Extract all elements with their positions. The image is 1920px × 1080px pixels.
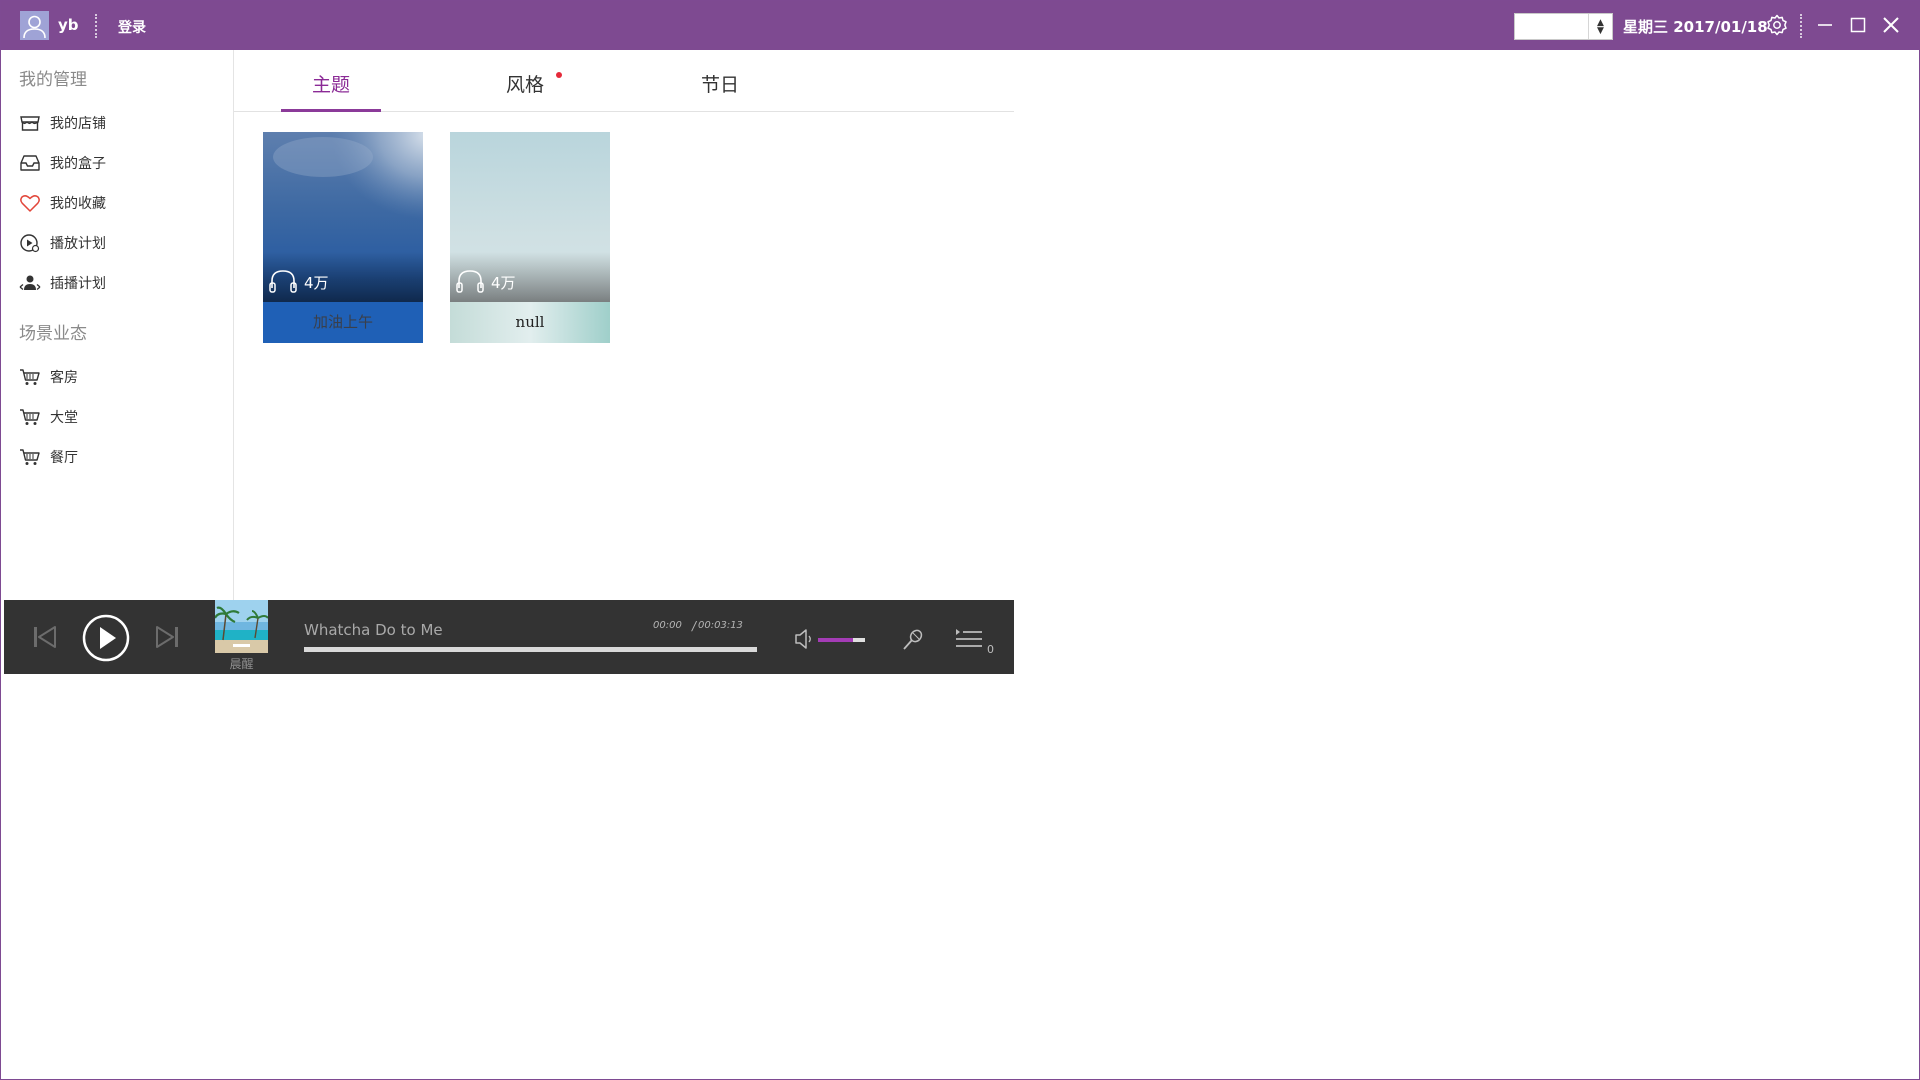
album-cover[interactable] xyxy=(215,600,268,653)
date-display: 星期三 2017/01/18 xyxy=(1623,18,1768,36)
sidebar-item-box[interactable]: 我的盒子 xyxy=(19,151,219,175)
section-title-management: 我的管理 xyxy=(19,70,87,90)
maximize-icon[interactable] xyxy=(1846,13,1870,37)
play-icon xyxy=(82,614,130,662)
avatar[interactable] xyxy=(20,11,49,40)
main-content: 主题 风格 节日 4万 加油上午 4万 null xyxy=(234,50,1014,600)
sidebar-item-favorites[interactable]: 我的收藏 xyxy=(19,191,219,215)
total-time: 00:03:13 xyxy=(698,620,743,631)
sidebar-item-insert-schedule[interactable]: 插播计划 xyxy=(19,271,219,295)
sidebar-item-play-schedule[interactable]: 播放计划 xyxy=(19,231,219,255)
previous-track-icon[interactable] xyxy=(32,625,58,653)
sidebar-item-label: 我的盒子 xyxy=(50,156,106,172)
volume-slider[interactable] xyxy=(818,638,865,642)
cart-icon xyxy=(20,409,40,425)
card-caption: null xyxy=(515,313,545,331)
title-bar: yb 登录 ▲ ▼ 星期三 2017/01/18 xyxy=(1,1,1920,50)
next-track-icon[interactable] xyxy=(154,625,180,653)
volume-icon[interactable] xyxy=(794,628,816,654)
album-label: 晨醒 xyxy=(229,657,254,671)
playlist-card[interactable]: 4万 加油上午 xyxy=(263,132,423,343)
listen-count-value: 4万 xyxy=(491,274,516,292)
headphones-icon xyxy=(269,270,297,293)
time-separator: / xyxy=(692,619,697,633)
tab-style[interactable]: 风格 xyxy=(506,70,544,97)
play-button[interactable] xyxy=(82,614,130,666)
card-caption: 加油上午 xyxy=(263,302,423,343)
listen-count-value: 4万 xyxy=(304,274,329,292)
microphone-icon[interactable] xyxy=(901,628,925,656)
player-bar: 晨醒 Whatcha Do to Me 00:00 / 00:03:13 0 xyxy=(4,600,1014,674)
headphones-icon xyxy=(456,270,484,293)
sidebar-item-label: 插播计划 xyxy=(50,276,106,292)
current-time: 00:00 xyxy=(653,620,682,631)
sidebar: 我的管理 我的店铺 我的盒子 我的收藏 播放计划 插播计划 场景业态 客房 大堂… xyxy=(2,50,234,600)
new-badge xyxy=(556,72,562,78)
progress-bar[interactable] xyxy=(304,647,757,652)
sidebar-item-restaurant[interactable]: 餐厅 xyxy=(19,445,219,469)
username: yb xyxy=(58,16,79,34)
sidebar-item-guest-room[interactable]: 客房 xyxy=(19,365,219,389)
sidebar-item-label: 大堂 xyxy=(50,410,78,426)
close-icon[interactable] xyxy=(1879,13,1903,37)
cart-icon xyxy=(20,369,40,385)
playlist-card[interactable]: 4万 null xyxy=(450,132,610,343)
tab-theme[interactable]: 主题 xyxy=(312,70,350,97)
app-window: yb 登录 ▲ ▼ 星期三 2017/01/18 我的管理 我的店铺 我的盒子 … xyxy=(0,0,1920,1080)
sidebar-item-label: 我的店铺 xyxy=(50,116,106,132)
song-title: Whatcha Do to Me xyxy=(304,621,443,639)
minimize-icon[interactable] xyxy=(1813,13,1837,37)
insert-schedule-icon xyxy=(19,275,41,290)
store-icon xyxy=(20,116,40,131)
heart-icon xyxy=(20,195,40,212)
sidebar-item-lobby[interactable]: 大堂 xyxy=(19,405,219,429)
beach-cover-image xyxy=(215,600,268,653)
play-schedule-icon xyxy=(20,234,40,253)
sidebar-item-label: 餐厅 xyxy=(50,450,78,466)
tab-bar: 主题 风格 节日 xyxy=(234,50,1014,112)
divider xyxy=(95,14,97,38)
sidebar-item-label: 播放计划 xyxy=(50,236,106,252)
cart-icon xyxy=(20,449,40,465)
tab-festival[interactable]: 节日 xyxy=(701,70,739,97)
select-arrows-icon: ▲ ▼ xyxy=(1588,14,1612,39)
divider xyxy=(1800,14,1802,38)
sidebar-item-store[interactable]: 我的店铺 xyxy=(19,111,219,135)
sidebar-item-label: 我的收藏 xyxy=(50,196,106,212)
inbox-icon xyxy=(20,155,40,171)
sidebar-item-label: 客房 xyxy=(50,370,78,386)
queue-count: 0 xyxy=(987,643,994,656)
section-title-scenes: 场景业态 xyxy=(19,324,87,344)
gear-icon[interactable] xyxy=(1765,13,1789,37)
user-icon xyxy=(23,15,46,39)
volume-fill xyxy=(818,638,854,642)
login-link[interactable]: 登录 xyxy=(118,17,146,37)
playlist-queue-icon[interactable] xyxy=(954,626,984,656)
active-tab-indicator xyxy=(281,109,381,112)
store-select[interactable]: ▲ ▼ xyxy=(1514,13,1613,40)
